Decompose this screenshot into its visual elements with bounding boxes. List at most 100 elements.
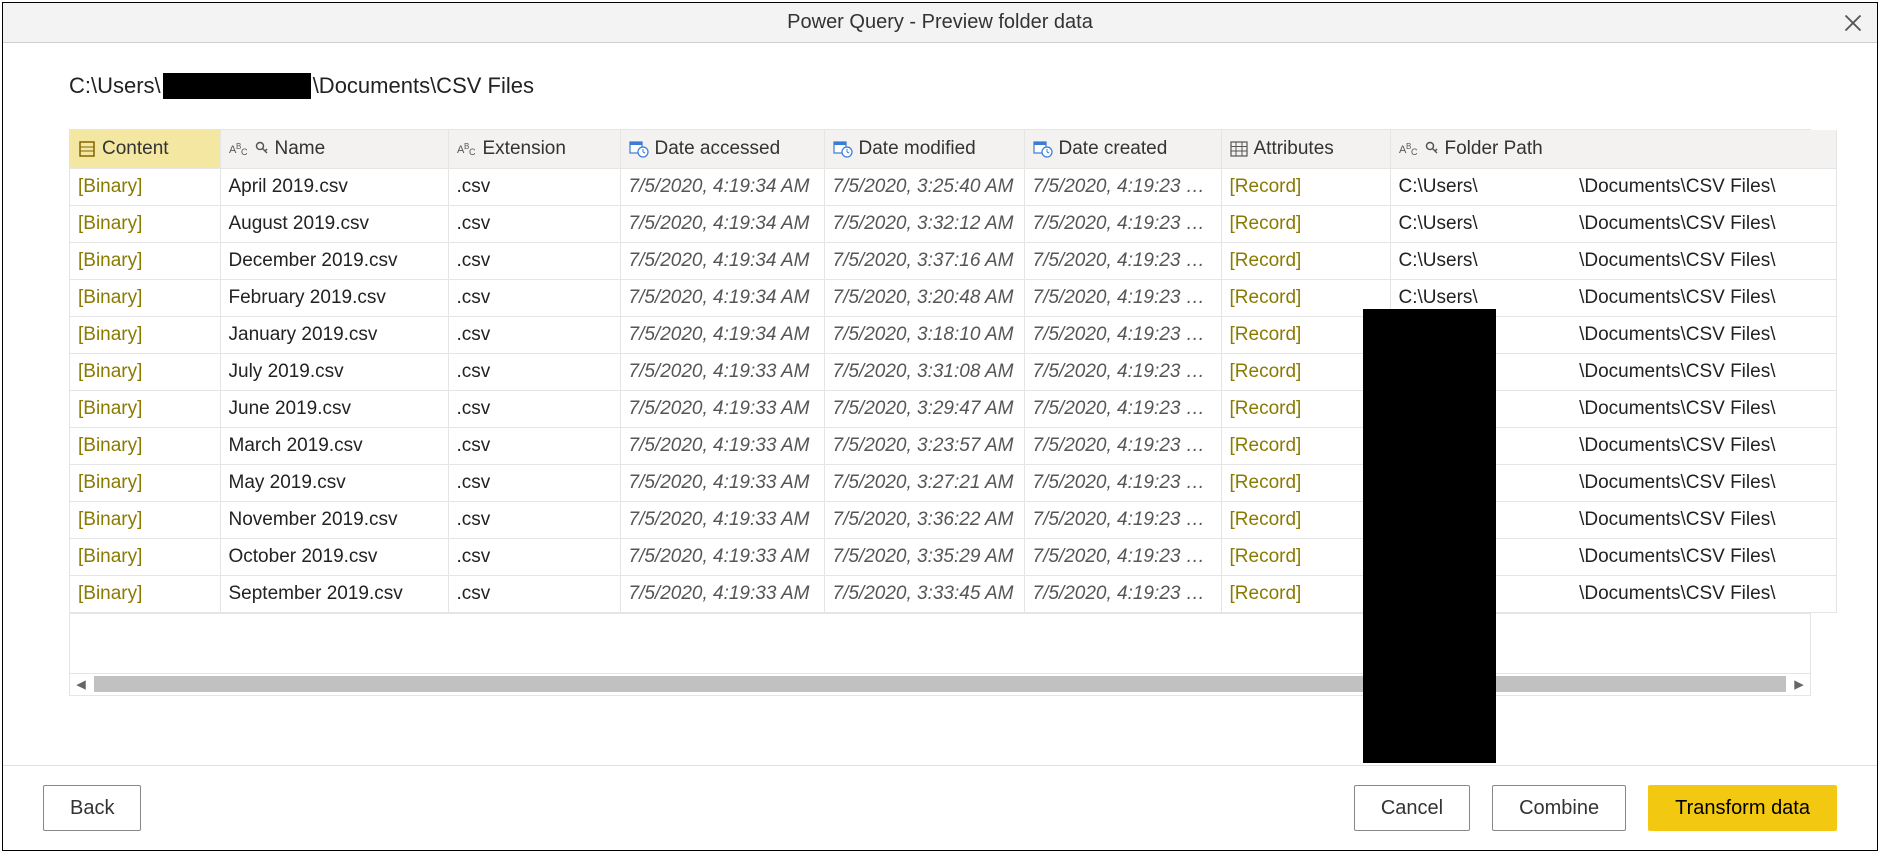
cell-name: April 2019.csv [220, 168, 448, 205]
cell-content[interactable]: [Binary] [70, 279, 220, 316]
cell-accessed: 7/5/2020, 4:19:34 AM [620, 279, 824, 316]
cell-attributes[interactable]: [Record] [1221, 316, 1390, 353]
cell-folder-path: C:\Users\XXXXXXXX\Documents\CSV Files\ [1390, 242, 1836, 279]
table-row[interactable]: [Binary]December 2019.csv.csv7/5/2020, 4… [70, 242, 1836, 279]
cell-attributes[interactable]: [Record] [1221, 353, 1390, 390]
cell-modified: 7/5/2020, 3:32:12 AM [824, 205, 1024, 242]
cell-content[interactable]: [Binary] [70, 501, 220, 538]
col-modified[interactable]: Date modified [824, 130, 1024, 168]
cell-extension: .csv [448, 427, 620, 464]
col-folder-label: Folder Path [1445, 138, 1543, 160]
text-type-icon: ABC [229, 141, 249, 157]
table-row[interactable]: [Binary]May 2019.csv.csv7/5/2020, 4:19:3… [70, 464, 1836, 501]
cell-accessed: 7/5/2020, 4:19:33 AM [620, 464, 824, 501]
cell-attributes[interactable]: [Record] [1221, 390, 1390, 427]
col-content[interactable]: Content [70, 130, 220, 168]
cell-accessed: 7/5/2020, 4:19:33 AM [620, 538, 824, 575]
cell-content[interactable]: [Binary] [70, 464, 220, 501]
svg-text:C: C [469, 147, 476, 157]
table-row[interactable]: [Binary]January 2019.csv.csv7/5/2020, 4:… [70, 316, 1836, 353]
cell-modified: 7/5/2020, 3:36:22 AM [824, 501, 1024, 538]
svg-text:C: C [241, 147, 248, 157]
cell-name: August 2019.csv [220, 205, 448, 242]
cell-attributes[interactable]: [Record] [1221, 427, 1390, 464]
table-row[interactable]: [Binary]June 2019.csv.csv7/5/2020, 4:19:… [70, 390, 1836, 427]
cell-attributes[interactable]: [Record] [1221, 464, 1390, 501]
col-folder-path[interactable]: ABC Folder Path [1390, 130, 1836, 168]
back-button[interactable]: Back [43, 785, 141, 831]
cell-folder-path: C:\Users\XXXXXXXX\Documents\CSV Files\ [1390, 575, 1836, 612]
scroll-thumb[interactable] [94, 676, 1786, 692]
cell-attributes[interactable]: [Record] [1221, 575, 1390, 612]
col-created[interactable]: Date created [1024, 130, 1221, 168]
cell-extension: .csv [448, 205, 620, 242]
table-row[interactable]: [Binary]February 2019.csv.csv7/5/2020, 4… [70, 279, 1836, 316]
table-row[interactable]: [Binary]March 2019.csv.csv7/5/2020, 4:19… [70, 427, 1836, 464]
cell-folder-path: C:\Users\XXXXXXXX\Documents\CSV Files\ [1390, 316, 1836, 353]
cell-extension: .csv [448, 168, 620, 205]
table-row[interactable]: [Binary]October 2019.csv.csv7/5/2020, 4:… [70, 538, 1836, 575]
cell-accessed: 7/5/2020, 4:19:33 AM [620, 353, 824, 390]
table-row[interactable]: [Binary]August 2019.csv.csv7/5/2020, 4:1… [70, 205, 1836, 242]
cell-accessed: 7/5/2020, 4:19:33 AM [620, 427, 824, 464]
table-row[interactable]: [Binary]April 2019.csv.csv7/5/2020, 4:19… [70, 168, 1836, 205]
dialog-footer: Back Cancel Combine Transform data [3, 765, 1877, 850]
col-attributes-label: Attributes [1254, 138, 1334, 160]
cell-content[interactable]: [Binary] [70, 575, 220, 612]
col-extension[interactable]: ABC Extension [448, 130, 620, 168]
dialog-title: Power Query - Preview folder data [787, 11, 1093, 34]
cell-content[interactable]: [Binary] [70, 242, 220, 279]
cell-content[interactable]: [Binary] [70, 427, 220, 464]
transform-data-button[interactable]: Transform data [1648, 785, 1837, 831]
table-empty-area [69, 614, 1811, 674]
cell-attributes[interactable]: [Record] [1221, 168, 1390, 205]
cell-content[interactable]: [Binary] [70, 205, 220, 242]
cell-extension: .csv [448, 242, 620, 279]
dialog-body: C:\Users\ \Documents\CSV Files [3, 43, 1877, 765]
cell-created: 7/5/2020, 4:19:23 … [1024, 575, 1221, 612]
scroll-left-icon[interactable]: ◂ [70, 673, 92, 695]
cell-name: June 2019.csv [220, 390, 448, 427]
cell-modified: 7/5/2020, 3:20:48 AM [824, 279, 1024, 316]
col-attributes[interactable]: Attributes [1221, 130, 1390, 168]
close-icon[interactable] [1839, 9, 1867, 37]
cell-created: 7/5/2020, 4:19:23 … [1024, 390, 1221, 427]
cell-name: December 2019.csv [220, 242, 448, 279]
cell-accessed: 7/5/2020, 4:19:33 AM [620, 575, 824, 612]
cell-accessed: 7/5/2020, 4:19:33 AM [620, 501, 824, 538]
table-row[interactable]: [Binary]September 2019.csv.csv7/5/2020, … [70, 575, 1836, 612]
cell-attributes[interactable]: [Record] [1221, 242, 1390, 279]
horizontal-scrollbar[interactable]: ◂ ▸ [69, 674, 1811, 696]
table-row[interactable]: [Binary]July 2019.csv.csv7/5/2020, 4:19:… [70, 353, 1836, 390]
datetime-type-icon [629, 140, 649, 158]
cell-attributes[interactable]: [Record] [1221, 279, 1390, 316]
datetime-type-icon [1033, 140, 1053, 158]
cell-attributes[interactable]: [Record] [1221, 501, 1390, 538]
files-table: Content ABC [70, 130, 1837, 613]
scroll-right-icon[interactable]: ▸ [1788, 673, 1810, 695]
cell-folder-path: C:\Users\XXXXXXXX\Documents\CSV Files\ [1390, 501, 1836, 538]
cancel-button[interactable]: Cancel [1354, 785, 1470, 831]
col-name[interactable]: ABC Name [220, 130, 448, 168]
cell-content[interactable]: [Binary] [70, 390, 220, 427]
preview-grid: Content ABC [69, 129, 1811, 765]
cell-content[interactable]: [Binary] [70, 538, 220, 575]
col-accessed-label: Date accessed [655, 138, 781, 160]
cell-name: March 2019.csv [220, 427, 448, 464]
cell-content[interactable]: [Binary] [70, 168, 220, 205]
cell-accessed: 7/5/2020, 4:19:34 AM [620, 168, 824, 205]
table-row[interactable]: [Binary]November 2019.csv.csv7/5/2020, 4… [70, 501, 1836, 538]
svg-text:C: C [1411, 147, 1418, 157]
cell-content[interactable]: [Binary] [70, 353, 220, 390]
cell-content[interactable]: [Binary] [70, 316, 220, 353]
cell-folder-path: C:\Users\XXXXXXXX\Documents\CSV Files\ [1390, 205, 1836, 242]
cell-accessed: 7/5/2020, 4:19:34 AM [620, 316, 824, 353]
col-accessed[interactable]: Date accessed [620, 130, 824, 168]
cell-folder-path: C:\Users\XXXXXXXX\Documents\CSV Files\ [1390, 279, 1836, 316]
cell-attributes[interactable]: [Record] [1221, 538, 1390, 575]
cell-modified: 7/5/2020, 3:29:47 AM [824, 390, 1024, 427]
cell-attributes[interactable]: [Record] [1221, 205, 1390, 242]
cell-created: 7/5/2020, 4:19:23 … [1024, 464, 1221, 501]
cell-created: 7/5/2020, 4:19:23 … [1024, 279, 1221, 316]
combine-button[interactable]: Combine [1492, 785, 1626, 831]
